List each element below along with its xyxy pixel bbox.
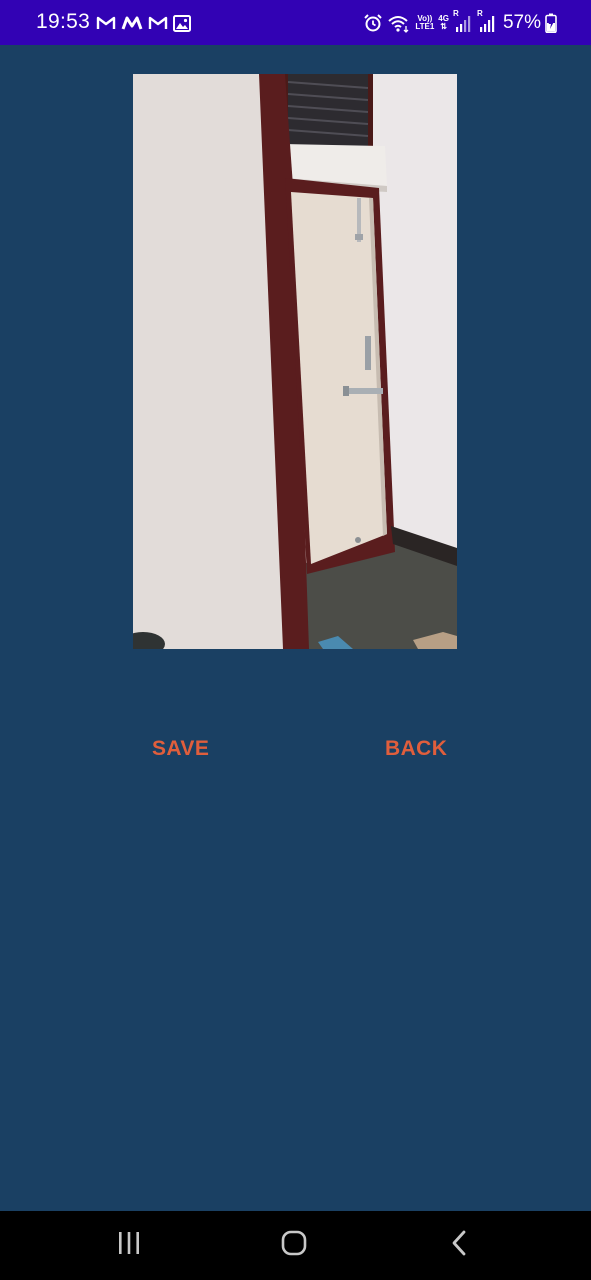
network-type-indicator: 4G ⇅: [438, 15, 449, 31]
navigation-bar: [0, 1211, 591, 1280]
status-time: 19:53: [36, 10, 91, 33]
volte-indicator: Vo)) LTE1: [415, 15, 434, 31]
system-icons: Vo)) LTE1 4G ⇅ R R 57%: [363, 10, 557, 36]
wifi-icon: [387, 13, 411, 33]
data-arrows-icon: ⇅: [440, 22, 447, 31]
battery-percent: 57%: [502, 12, 541, 33]
status-bar: 19:53 Vo)) LTE1 4G ⇅ R R 57%: [0, 0, 591, 45]
recents-button[interactable]: [109, 1227, 149, 1263]
alarm-icon: [363, 13, 383, 33]
gmail-icon: [148, 15, 168, 31]
home-button[interactable]: [274, 1227, 314, 1263]
captured-photo: [133, 74, 457, 649]
signal-icon: R: [452, 9, 473, 33]
roaming-label: R: [452, 9, 459, 18]
messaging-icon: [121, 15, 143, 31]
signal-icon: R: [476, 9, 497, 33]
gmail-icon: [96, 15, 116, 31]
home-icon: [280, 1229, 308, 1262]
back-button[interactable]: BACK: [373, 729, 459, 769]
roaming-label: R: [476, 9, 483, 18]
save-button[interactable]: SAVE: [140, 729, 221, 769]
battery-charging-icon: [545, 13, 557, 33]
recents-icon: [116, 1230, 142, 1261]
lte-label: LTE1: [415, 22, 435, 31]
back-nav-button[interactable]: [440, 1227, 480, 1263]
gallery-icon: [173, 14, 191, 32]
notification-icons: [96, 12, 191, 34]
back-icon: [449, 1229, 471, 1262]
